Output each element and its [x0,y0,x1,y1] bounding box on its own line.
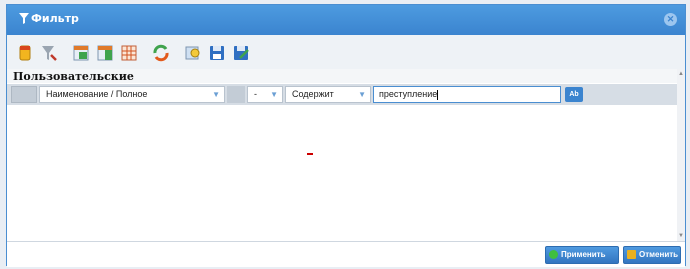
search-add-icon[interactable] [183,43,203,63]
scroll-down-icon[interactable]: ▼ [678,233,684,239]
save-icon[interactable] [207,43,227,63]
text-cursor [437,89,439,100]
apply-button[interactable]: Применить [545,246,619,264]
save-as-icon[interactable] [231,43,251,63]
filter-dialog: Фильтр ✕ Пользовательские Наименование /… [6,4,686,267]
section-title: Пользовательские [13,70,134,83]
cancel-button[interactable]: Отменить [623,246,681,264]
red-marker [307,153,313,155]
clear-filter-icon[interactable] [15,43,35,63]
grid-remove-icon[interactable] [119,43,139,63]
cancel-button-label: Отменить [639,250,679,259]
value-input[interactable]: преступление [373,86,561,103]
operator-select[interactable]: Содержит ▼ [285,86,371,103]
chevron-down-icon: ▼ [358,90,366,99]
title-bar[interactable]: Фильтр ✕ [7,5,685,35]
row-spacer [227,86,245,103]
row-select-handle[interactable] [11,86,37,103]
add-group-icon[interactable] [95,43,115,63]
operator-select-value: Содержит [292,89,334,99]
filter-icon [19,13,31,25]
scroll-up-icon[interactable]: ▲ [678,71,684,77]
check-icon [549,250,558,259]
apply-button-label: Применить [561,250,606,259]
case-sensitive-button[interactable]: Ab [565,87,583,102]
chevron-down-icon: ▼ [270,90,278,99]
section-header: Пользовательские [7,69,685,83]
value-input-text: преступление [379,89,438,99]
field-select[interactable]: Наименование / Полное ▼ [39,86,225,103]
conditions-area [7,105,677,243]
negation-select-value: - [254,89,257,99]
add-condition-icon[interactable] [71,43,91,63]
toolbar [7,35,685,70]
dialog-footer: Применить Отменить [7,241,685,267]
filter-settings-icon[interactable] [39,43,59,63]
refresh-icon[interactable] [151,43,171,63]
field-select-value: Наименование / Полное [46,89,148,99]
cancel-icon [627,250,636,259]
filter-condition-row: Наименование / Полное ▼ - ▼ Содержит ▼ п… [7,84,677,105]
window-title: Фильтр [31,12,79,25]
vertical-scrollbar[interactable]: ▲ ▼ [677,69,685,241]
negation-select[interactable]: - ▼ [247,86,283,103]
close-icon[interactable]: ✕ [664,13,677,26]
chevron-down-icon: ▼ [212,90,220,99]
